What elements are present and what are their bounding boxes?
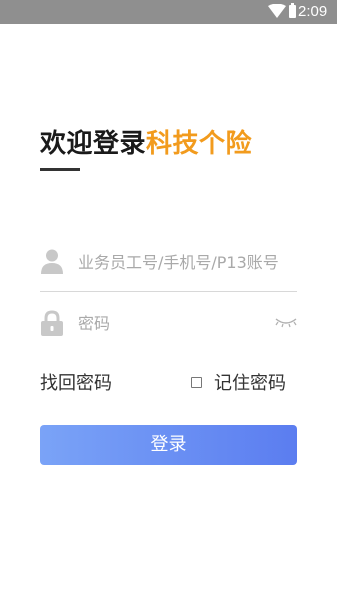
eye-closed-icon[interactable] [274, 316, 298, 328]
wifi-icon [268, 4, 286, 18]
title-welcome: 欢迎登录 [40, 129, 147, 159]
remember-password-checkbox[interactable] [191, 377, 202, 388]
username-divider [40, 291, 297, 292]
lock-icon [41, 310, 63, 336]
remember-password-label[interactable]: 记住密码 [214, 372, 286, 396]
login-button[interactable]: 登录 [40, 425, 297, 465]
status-bar: 2:09 [0, 0, 337, 24]
password-input[interactable] [78, 311, 258, 335]
status-time: 2:09 [298, 3, 328, 20]
battery-icon [289, 3, 296, 18]
user-icon [41, 249, 63, 274]
page-title: 欢迎登录科技个险 [40, 124, 252, 164]
username-input[interactable] [78, 250, 298, 274]
forgot-password-link[interactable]: 找回密码 [40, 372, 112, 396]
title-brand: 科技个险 [146, 129, 253, 159]
title-underline [40, 168, 80, 171]
